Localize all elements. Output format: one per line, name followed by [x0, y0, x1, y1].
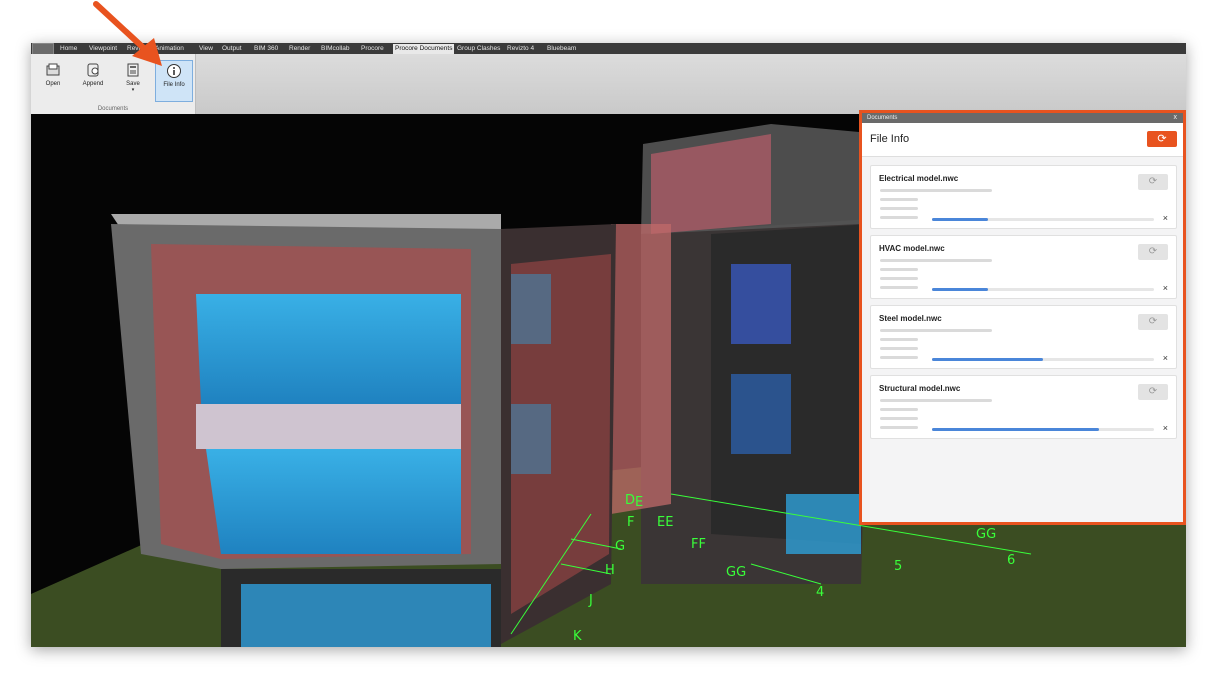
- panel-heading: File Info: [870, 133, 910, 145]
- file-info-button-label: File Info: [163, 82, 185, 88]
- file-card: Electrical model.nwc ⟳ ×: [870, 165, 1177, 229]
- ribbon-group-label: Documents: [97, 106, 129, 112]
- file-name: HVAC model.nwc: [879, 244, 945, 253]
- file-card: HVAC model.nwc ⟳ ×: [870, 235, 1177, 299]
- upper-glazing: [196, 294, 461, 404]
- documents-panel: Documents x File Info ⟳ Electrical model…: [859, 110, 1186, 525]
- placeholder-line: [880, 338, 918, 341]
- progress-bar: [932, 218, 1154, 221]
- progress-fill: [932, 358, 1043, 361]
- grid-label-e: E: [635, 495, 643, 510]
- grid-label-k: K: [573, 629, 582, 644]
- placeholder-line: [880, 286, 918, 289]
- placeholder-line: [880, 347, 918, 350]
- file-name: Structural model.nwc: [879, 384, 961, 393]
- remove-file-button[interactable]: ×: [1163, 283, 1168, 293]
- tab-revizto-4[interactable]: Revizto 4: [507, 44, 534, 54]
- right-block-glazing: [731, 264, 791, 344]
- placeholder-line: [880, 426, 918, 429]
- ribbon: Open Append Save ▾ File Info Documents: [31, 54, 1186, 114]
- lower-glazing: [206, 449, 461, 554]
- file-refresh-button[interactable]: ⟳: [1138, 314, 1168, 330]
- progress-bar: [932, 428, 1154, 431]
- orange-pointer-arrow: [93, 1, 162, 66]
- remove-file-button[interactable]: ×: [1163, 353, 1168, 363]
- file-name: Steel model.nwc: [879, 314, 942, 323]
- placeholder-line: [880, 417, 918, 420]
- progress-fill: [932, 218, 988, 221]
- file-refresh-button[interactable]: ⟳: [1138, 384, 1168, 400]
- side-window-1: [511, 274, 551, 344]
- progress-fill: [932, 288, 988, 291]
- grid-label-5: 5: [894, 559, 902, 574]
- file-refresh-button[interactable]: ⟳: [1138, 244, 1168, 260]
- grid-label-6: 6: [1007, 553, 1015, 568]
- tab-bimcollab[interactable]: BIMcollab: [321, 44, 350, 54]
- placeholder-line: [880, 329, 992, 332]
- grid-label-g: G: [615, 539, 625, 554]
- grid-label-4: 4: [816, 585, 824, 600]
- tab-bim-360[interactable]: BIM 360: [254, 44, 278, 54]
- progress-bar: [932, 358, 1154, 361]
- placeholder-line: [880, 268, 918, 271]
- grid-label-gg-right: GG: [976, 527, 996, 542]
- remove-file-button[interactable]: ×: [1163, 213, 1168, 223]
- tab-render[interactable]: Render: [289, 44, 310, 54]
- right-block-glazing-lower: [731, 374, 791, 454]
- placeholder-line: [880, 356, 918, 359]
- refresh-icon: ⟳: [1148, 246, 1158, 257]
- append-button-label: Append: [82, 81, 104, 87]
- grid-label-h: H: [605, 563, 615, 578]
- placeholder-line: [880, 277, 918, 280]
- save-dropdown-icon[interactable]: ▾: [115, 87, 151, 93]
- grid-label-f: F: [627, 515, 634, 530]
- placeholder-line: [880, 259, 992, 262]
- remove-file-button[interactable]: ×: [1163, 423, 1168, 433]
- file-refresh-button[interactable]: ⟳: [1138, 174, 1168, 190]
- tab-group-clashes[interactable]: Group Clashes: [457, 44, 500, 54]
- tab-output[interactable]: Output: [222, 44, 242, 54]
- panel-window-title: Documents: [867, 115, 898, 121]
- panel-close-button[interactable]: x: [1174, 113, 1178, 123]
- refresh-icon: ⟳: [1148, 386, 1158, 397]
- placeholder-line: [880, 399, 992, 402]
- grid-label-j: J: [588, 593, 593, 608]
- side-window-2: [511, 404, 551, 474]
- file-list: Electrical model.nwc ⟳ × HVAC model.nwc ⟳ × St…: [870, 165, 1177, 445]
- tab-view[interactable]: View: [199, 44, 213, 54]
- grid-label-ee: EE: [657, 515, 673, 530]
- tab-procore[interactable]: Procore: [361, 44, 384, 54]
- refresh-icon: ⟳: [1148, 176, 1158, 187]
- file-name: Electrical model.nwc: [879, 174, 959, 183]
- stair-core: [611, 224, 671, 514]
- progress-fill: [932, 428, 1099, 431]
- file-card: Structural model.nwc ⟳ ×: [870, 375, 1177, 439]
- refresh-all-button[interactable]: ⟳: [1147, 131, 1177, 147]
- progress-bar: [932, 288, 1154, 291]
- file-card: Steel model.nwc ⟳ ×: [870, 305, 1177, 369]
- refresh-icon: ⟳: [1148, 316, 1158, 327]
- placeholder-line: [880, 216, 918, 219]
- tab-procore-documents[interactable]: Procore Documents: [393, 44, 455, 54]
- grid-label-gg: GG: [726, 565, 746, 580]
- tab-bluebeam[interactable]: Bluebeam: [547, 44, 576, 54]
- placeholder-line: [880, 207, 918, 210]
- menu-bar: Home Viewpoint Review Animation View Output BI…: [31, 43, 1186, 55]
- grid-label-ff: FF: [691, 537, 706, 552]
- grid-label-d: D: [625, 493, 635, 508]
- floor-slab-band: [196, 404, 461, 449]
- placeholder-line: [880, 189, 992, 192]
- open-button-label: Open: [45, 81, 61, 87]
- ground-floor-glazing: [241, 584, 491, 647]
- refresh-icon: ⟳: [1157, 133, 1167, 145]
- panel-header: File Info ⟳: [862, 123, 1183, 157]
- placeholder-line: [880, 198, 918, 201]
- placeholder-line: [880, 408, 918, 411]
- panel-titlebar: Documents x: [862, 113, 1183, 123]
